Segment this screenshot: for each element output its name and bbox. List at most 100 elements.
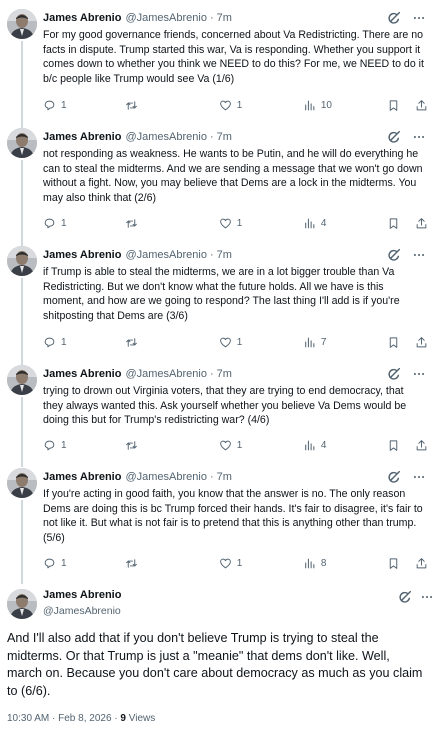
views-button[interactable]: 8 [303, 557, 387, 570]
grok-icon[interactable] [386, 129, 402, 145]
reply-icon [43, 557, 56, 570]
like-icon [219, 557, 232, 570]
reply-count: 1 [61, 557, 67, 569]
share-button[interactable] [415, 439, 428, 452]
tweet-actions: 1 1 4 [43, 437, 428, 453]
tweet-header: James Abrenio @JamesAbrenio · 7m [43, 10, 426, 26]
repost-button[interactable] [125, 336, 218, 349]
share-button[interactable] [415, 336, 428, 349]
thread-tweet[interactable]: James Abrenio @JamesAbrenio · 7m If you'… [0, 459, 434, 577]
thread-tweet[interactable]: James Abrenio @JamesAbrenio · 7m For my … [0, 0, 434, 118]
reply-icon [43, 336, 56, 349]
tweet-header: James Abrenio @JamesAbrenio · 7m [43, 469, 426, 485]
thread-tweet[interactable]: James Abrenio @JamesAbrenio · 7m if Trum… [0, 237, 434, 355]
like-button[interactable]: 1 [219, 439, 303, 452]
views-button[interactable]: 4 [303, 439, 387, 452]
grok-icon[interactable] [386, 469, 402, 485]
reply-button[interactable]: 1 [43, 439, 125, 452]
author-name[interactable]: James Abrenio [43, 368, 121, 380]
share-icon [415, 336, 428, 349]
tweet-time[interactable]: 7m [217, 12, 232, 24]
bookmark-button[interactable] [387, 217, 415, 230]
views-button[interactable]: 10 [303, 99, 387, 112]
author-handle[interactable]: @JamesAbrenio [125, 249, 206, 261]
bookmark-button[interactable] [387, 336, 415, 349]
author-name[interactable]: James Abrenio [43, 249, 121, 261]
tweet-header: James Abrenio @JamesAbrenio · 7m [43, 129, 426, 145]
like-button[interactable]: 1 [219, 336, 303, 349]
grok-icon[interactable] [386, 247, 402, 263]
grok-icon[interactable] [397, 589, 413, 605]
tweet-time[interactable]: 7m [217, 131, 232, 143]
reply-button[interactable]: 1 [43, 217, 125, 230]
like-button[interactable]: 1 [219, 557, 303, 570]
avatar[interactable] [7, 246, 37, 276]
bookmark-icon [387, 217, 400, 230]
avatar[interactable] [7, 589, 37, 619]
author-handle[interactable]: @JamesAbrenio [125, 368, 206, 380]
author-handle[interactable]: @JamesAbrenio [125, 12, 206, 24]
author-name[interactable]: James Abrenio [43, 471, 121, 483]
grok-icon[interactable] [386, 10, 402, 26]
more-icon[interactable] [412, 11, 426, 25]
views-icon [303, 99, 316, 112]
like-count: 1 [236, 99, 243, 111]
repost-icon [125, 217, 138, 230]
author-handle[interactable]: @JamesAbrenio [43, 605, 121, 617]
thread-tweet[interactable]: James Abrenio @JamesAbrenio · 7m trying … [0, 356, 434, 458]
grok-icon[interactable] [386, 366, 402, 382]
repost-icon [125, 557, 138, 570]
avatar[interactable] [7, 9, 37, 39]
tweet-meta: 10:30 AM · Feb 8, 2026 · 9 Views [7, 713, 155, 724]
views-button[interactable]: 7 [303, 336, 387, 349]
bookmark-button[interactable] [387, 557, 415, 570]
author-handle[interactable]: @JamesAbrenio [125, 131, 206, 143]
tweet-timestamp[interactable]: 10:30 AM · Feb 8, 2026 · [7, 713, 120, 724]
more-icon[interactable] [412, 367, 426, 381]
repost-button[interactable] [125, 439, 218, 452]
tweet-time[interactable]: 7m [217, 368, 232, 380]
share-button[interactable] [415, 217, 428, 230]
like-button[interactable]: 1 [219, 99, 303, 112]
bookmark-button[interactable] [387, 99, 415, 112]
focal-tweet: James Abrenio @JamesAbrenio And I'll als… [0, 584, 434, 730]
views-icon [303, 336, 316, 349]
reply-button[interactable]: 1 [43, 557, 125, 570]
share-icon [415, 439, 428, 452]
more-icon[interactable] [412, 248, 426, 262]
bookmark-button[interactable] [387, 439, 415, 452]
reply-button[interactable]: 1 [43, 336, 125, 349]
more-icon[interactable] [412, 470, 426, 484]
views-count: 4 [320, 217, 327, 229]
views-count: 10 [320, 99, 332, 111]
thread-tweet[interactable]: James Abrenio @JamesAbrenio · 7m not res… [0, 119, 434, 237]
author-name[interactable]: James Abrenio [43, 12, 121, 24]
share-button[interactable] [415, 557, 428, 570]
tweet-text: if Trump is able to steal the midterms, … [43, 266, 400, 322]
reply-button[interactable]: 1 [43, 99, 125, 112]
repost-button[interactable] [125, 217, 218, 230]
reply-count: 1 [61, 336, 67, 348]
like-icon [219, 217, 232, 230]
tweet-time[interactable]: 7m [217, 249, 232, 261]
views-button[interactable]: 4 [303, 217, 387, 230]
tweet-time[interactable]: 7m [217, 471, 232, 483]
avatar[interactable] [7, 128, 37, 158]
avatar[interactable] [7, 365, 37, 395]
repost-button[interactable] [125, 557, 218, 570]
share-icon [415, 99, 428, 112]
repost-button[interactable] [125, 99, 218, 112]
author-name[interactable]: James Abrenio [43, 131, 121, 143]
tweet-actions: 1 1 8 [43, 555, 428, 571]
more-icon[interactable] [420, 590, 434, 604]
share-button[interactable] [415, 99, 428, 112]
repost-icon [125, 99, 138, 112]
more-icon[interactable] [412, 130, 426, 144]
like-button[interactable]: 1 [219, 217, 303, 230]
avatar[interactable] [7, 468, 37, 498]
like-icon [219, 99, 232, 112]
separator-dot: · [209, 249, 214, 261]
bookmark-icon [387, 439, 400, 452]
author-handle[interactable]: @JamesAbrenio [125, 471, 206, 483]
author-name[interactable]: James Abrenio [43, 589, 121, 601]
